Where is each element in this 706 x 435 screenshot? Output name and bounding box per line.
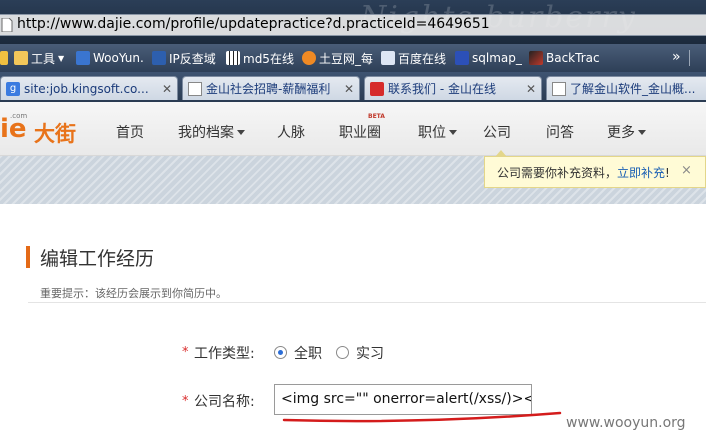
watermark: www.wooyun.org	[566, 415, 686, 431]
red-underline-annotation	[282, 411, 562, 423]
